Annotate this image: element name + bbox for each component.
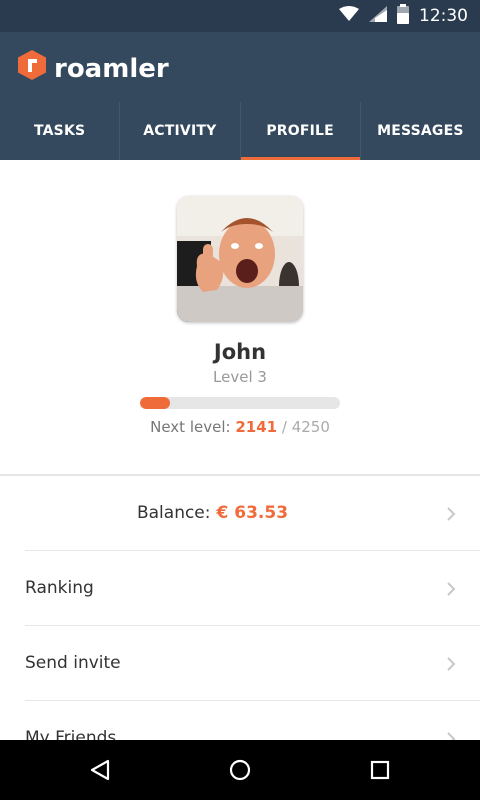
chevron-right-icon — [446, 551, 456, 626]
status-bar: 12:30 — [0, 0, 480, 32]
status-time: 12:30 — [419, 6, 468, 26]
profile-header: John Level 3 Next level: 2141 / 4250 — [0, 160, 480, 474]
menu-item-label: Send invite — [25, 653, 121, 673]
app-logo[interactable]: roamler — [18, 50, 169, 87]
next-level-label: Next level: — [150, 418, 231, 436]
tab-bar: TASKS ACTIVITY PROFILE MESSAGES — [0, 102, 480, 160]
status-icons: 12:30 — [339, 0, 468, 32]
profile-name: John — [213, 340, 267, 364]
balance-label: Balance: — [136, 503, 211, 523]
chevron-right-icon — [446, 626, 456, 701]
next-level-target: 4250 — [291, 418, 330, 436]
chevron-right-icon — [446, 476, 456, 551]
menu-item-ranking[interactable]: Ranking — [25, 551, 480, 626]
menu-item-send-invite[interactable]: Send invite — [25, 626, 480, 701]
system-navigation-bar — [0, 740, 480, 800]
tab-messages[interactable]: MESSAGES — [361, 102, 480, 160]
back-icon[interactable] — [84, 754, 116, 786]
next-level-separator: / — [281, 418, 287, 436]
balance-row[interactable]: Balance: € 63.53 — [25, 476, 480, 551]
tab-activity[interactable]: ACTIVITY — [120, 102, 241, 160]
tab-profile[interactable]: PROFILE — [240, 102, 361, 160]
avatar[interactable] — [177, 196, 303, 322]
home-icon[interactable] — [224, 754, 256, 786]
level-progress-bar — [140, 397, 340, 409]
recents-icon[interactable] — [364, 754, 396, 786]
next-level-current: 2141 — [235, 418, 278, 436]
level-progress-fill — [140, 397, 170, 409]
balance-value: € 63.53 — [216, 503, 289, 523]
battery-icon — [397, 3, 409, 29]
app-name: roamler — [54, 53, 169, 84]
tab-tasks[interactable]: TASKS — [0, 102, 121, 160]
signal-icon — [369, 5, 387, 27]
roamler-logo-icon — [18, 50, 46, 87]
app-bar: roamler — [0, 32, 480, 102]
wifi-icon — [339, 5, 359, 27]
next-level-text: Next level: 2141 / 4250 — [0, 418, 480, 436]
profile-level: Level 3 — [213, 368, 267, 386]
menu-item-label: Ranking — [25, 578, 94, 598]
